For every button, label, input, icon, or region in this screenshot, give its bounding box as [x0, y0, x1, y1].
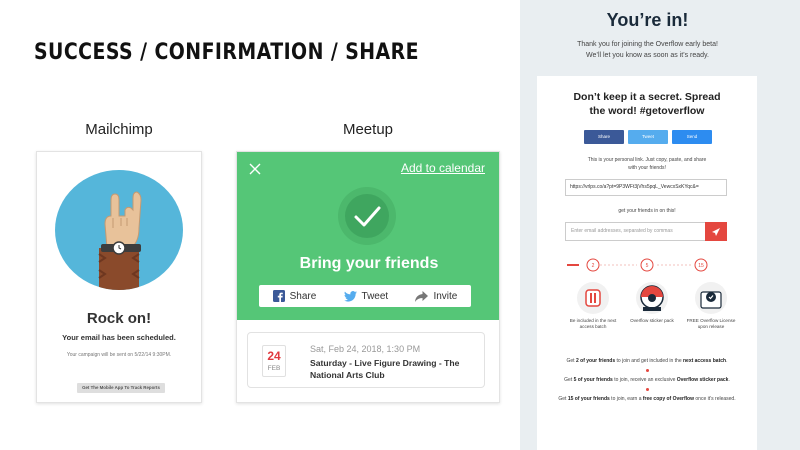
step-marker: 2 [592, 263, 595, 269]
goal-text: once it’s released. [694, 396, 736, 402]
paper-plane-icon [712, 228, 720, 236]
reward-text: Overflow sticker pack [630, 318, 674, 323]
goal-text: to join, earn a [609, 396, 643, 402]
mailchimp-subtitle: Your email has been scheduled. [62, 333, 176, 342]
checkmark-icon [338, 187, 396, 245]
goal-text: to join, receive an exclusive [612, 377, 677, 383]
meetup-header-panel: Add to calendar Bring your friends Share… [237, 152, 499, 320]
event-date-badge: 24 FEB [262, 345, 286, 377]
goal-emphasis: next access batch [682, 358, 727, 364]
overflow-twitter-tweet-button[interactable]: Tweet [628, 130, 668, 144]
referral-goal: Get 2 of your friends to join and get in… [557, 357, 737, 365]
goal-text: Get [564, 377, 574, 383]
facebook-icon [272, 290, 285, 302]
goal-emphasis: free copy of Overflow [642, 396, 694, 402]
goal-emphasis: 5 of your friends [573, 377, 613, 383]
mailchimp-label: Mailchimp [85, 121, 153, 138]
overflow-title: You’re in! [606, 10, 689, 30]
personal-link-field[interactable]: https://vrlps.co/a?pt=9P3WFt3jVhs5pqL_Ve… [565, 179, 727, 196]
overflow-logo-icon [577, 282, 609, 314]
overflow-header: You’re in! Thank you for joining the Ove… [520, 10, 775, 61]
goal-divider-dot [645, 388, 649, 391]
meetup-share-button[interactable]: Share [272, 290, 317, 302]
reward-item: Be included in the next access batch [567, 281, 619, 330]
referral-goal: Get 15 of your friends to join, earn a f… [557, 395, 737, 403]
mailchimp-title: Rock on! [86, 310, 152, 327]
rock-hand-illustration [55, 170, 183, 290]
goal-text: . [726, 358, 728, 364]
mailchimp-confirmation-card: Rock on! Your email has been scheduled. … [36, 151, 202, 403]
meetup-label: Meetup [342, 121, 394, 138]
send-invite-button[interactable] [705, 222, 727, 241]
meetup-share-bar: Share Tweet Invite [259, 285, 471, 307]
goal-emphasis: 15 of your friends [567, 396, 610, 402]
overflow-thanks-line1: Thank you for joining the Overflow early… [577, 41, 718, 48]
meetup-invite-button[interactable]: Invite [415, 290, 458, 302]
meetup-event-card[interactable]: 24 FEB Sat, Feb 24, 2018, 1:30 PM Saturd… [247, 332, 485, 388]
reward-text: Be included in the next access batch [569, 318, 617, 329]
personal-link-note-line2: with your friends! [628, 165, 666, 171]
referral-progress-tracker: 2 5 15 [567, 258, 708, 272]
sticker-pack-icon [636, 282, 668, 314]
overflow-thanks-line2: We’ll let you know as soon as it’s ready… [586, 52, 709, 59]
reward-item: FREE Overflow License upon release [685, 281, 737, 330]
overflow-thanks: Thank you for joining the Overflow early… [520, 39, 775, 61]
close-icon[interactable] [249, 163, 261, 175]
mailchimp-schedule-note: Your campaign will be sent on 5/22/14 9:… [66, 352, 172, 358]
overflow-card-title-line2: the word! #getoverflow [589, 105, 705, 117]
step-marker: 5 [646, 263, 649, 269]
share-arrow-icon [415, 290, 429, 302]
step-marker: 15 [698, 263, 704, 269]
friends-label: get your friends in on this! [618, 208, 676, 214]
overflow-messenger-send-button[interactable]: Send [672, 130, 712, 144]
overflow-facebook-share-button[interactable]: Share [584, 130, 624, 144]
goal-text: . [728, 377, 730, 383]
referral-goals: Get 2 of your friends to join and get in… [557, 357, 737, 403]
overflow-card-title: Don’t keep it a secret. Spread the word!… [537, 90, 757, 118]
meetup-tweet-button[interactable]: Tweet [343, 290, 389, 302]
referral-goal: Get 5 of your friends to join, receive a… [557, 376, 737, 384]
goal-text: to join and get included in the [615, 358, 683, 364]
reward-text: FREE Overflow License upon release [686, 318, 736, 329]
reward-list: Be included in the next access batch Ove… [567, 281, 737, 330]
overflow-share-buttons: Share Tweet Send [584, 130, 712, 144]
overflow-share-card: Don’t keep it a secret. Spread the word!… [537, 76, 757, 450]
share-label: Share [289, 290, 317, 302]
license-badge-icon [695, 282, 727, 314]
overflow-card-title-line1: Don’t keep it a secret. Spread [573, 91, 721, 103]
twitter-icon [343, 290, 357, 302]
slide-title: SUCCESS / CONFIRMATION / SHARE [34, 40, 419, 65]
meetup-confirmation-card: Add to calendar Bring your friends Share… [236, 151, 500, 403]
goal-text: Get [558, 396, 568, 402]
tweet-label: Tweet [361, 290, 389, 302]
personal-link-note-line1: This is your personal link. Just copy, p… [587, 157, 707, 163]
event-datetime: Sat, Feb 24, 2018, 1:30 PM [310, 344, 421, 354]
add-to-calendar-link[interactable]: Add to calendar [401, 161, 485, 175]
email-invite-input[interactable]: Enter email addresses, separated by comm… [565, 222, 705, 241]
personal-link-note: This is your personal link. Just copy, p… [537, 156, 757, 172]
goal-emphasis: 2 of your friends [575, 358, 616, 364]
reward-item: Overflow sticker pack [626, 281, 678, 330]
goal-text: Get [566, 358, 576, 364]
event-title: Saturday - Live Figure Drawing - The Nat… [310, 358, 460, 380]
event-day: 24 [267, 349, 281, 363]
get-mobile-app-button[interactable]: Get The Mobile App To Track Reports [77, 383, 165, 393]
goal-emphasis: Overflow sticker pack [676, 377, 729, 383]
meetup-title: Bring your friends [299, 255, 439, 272]
invite-label: Invite [433, 290, 458, 302]
event-month: FEB [267, 365, 281, 372]
goal-divider-dot [645, 369, 649, 372]
